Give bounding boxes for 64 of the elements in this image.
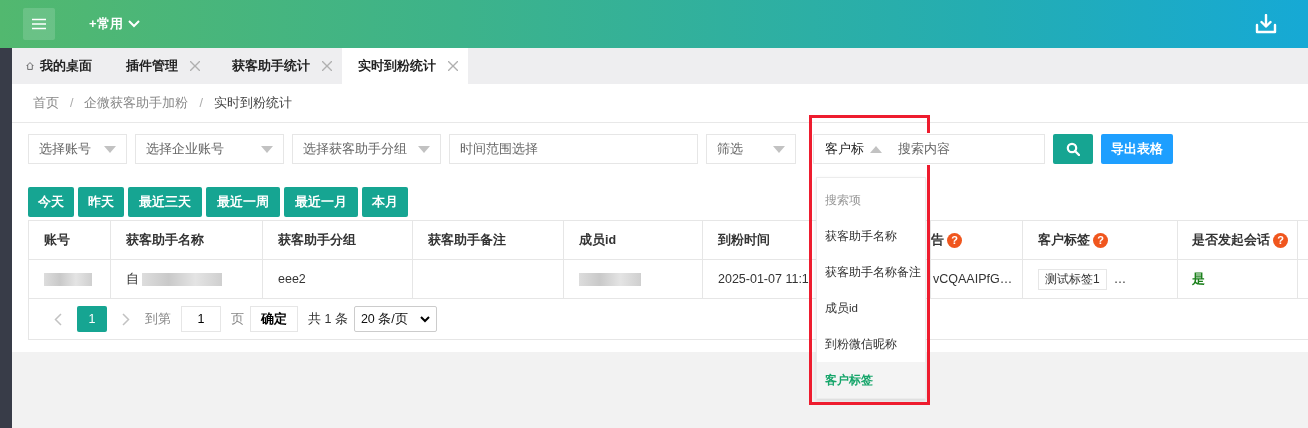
- page-label: 页: [231, 310, 244, 328]
- total-count: 共 1 条: [308, 310, 348, 328]
- select-field[interactable]: 筛选: [706, 134, 796, 164]
- column-header: 是否发起会话 ?: [1178, 221, 1298, 259]
- tab[interactable]: 获客助手统计: [216, 48, 342, 84]
- breadcrumb-separator: /: [199, 96, 203, 110]
- dropdown-option[interactable]: 到粉微信昵称: [817, 326, 925, 362]
- select-field[interactable]: 选择企业账号: [135, 134, 284, 164]
- column-header: 获客助手分组: [263, 221, 413, 259]
- breadcrumb-current: 实时到粉统计: [213, 94, 292, 112]
- menu-icon: [32, 18, 46, 30]
- breadcrumb-separator: /: [70, 96, 74, 110]
- home-icon: [26, 59, 34, 73]
- page-input[interactable]: 1: [181, 306, 221, 332]
- table-cell: 自: [126, 270, 139, 288]
- dropdown-option[interactable]: 获客助手名称: [817, 218, 925, 254]
- tag: 测试标签1: [1038, 268, 1107, 290]
- column-header: 客户标签 ?: [1023, 221, 1178, 259]
- menu-button[interactable]: [23, 8, 55, 40]
- blurred-text: [579, 272, 641, 286]
- column-header: 账号: [29, 221, 111, 259]
- chevron-down-icon: [127, 20, 140, 28]
- page-size-select[interactable]: 20 条/页: [353, 306, 437, 332]
- search-button[interactable]: [1053, 134, 1093, 164]
- table-cell: 是: [1192, 270, 1205, 288]
- select-field[interactable]: 选择账号: [28, 134, 127, 164]
- blurred-text: [44, 272, 92, 286]
- select-field[interactable]: 选择获客助手分组: [292, 134, 441, 164]
- column-header: 获客助手名称: [111, 221, 263, 259]
- dropdown-heading: 搜索项: [824, 192, 862, 208]
- date-range-field[interactable]: 时间范围选择: [449, 134, 698, 164]
- next-page-icon: [122, 312, 130, 326]
- help-badge[interactable]: ?: [1273, 232, 1288, 248]
- confirm-button[interactable]: 确定: [250, 306, 298, 332]
- search-icon: [1066, 142, 1080, 156]
- breadcrumb-link[interactable]: 企微获客助手加粉: [84, 94, 189, 112]
- chevron-down-icon: [419, 315, 430, 323]
- close-icon: [448, 61, 458, 71]
- close-icon: [322, 61, 332, 71]
- close-icon: [190, 61, 200, 71]
- column-header: 告 ?: [931, 221, 1023, 259]
- caret-down-icon: [104, 145, 116, 153]
- help-badge[interactable]: ?: [947, 232, 962, 248]
- caret-up-icon: [870, 145, 882, 153]
- tab[interactable]: 实时到粉统计: [342, 48, 468, 84]
- more-indicator: …: [1113, 272, 1127, 286]
- page-label: 到第: [145, 310, 171, 328]
- table-cell: eee2: [278, 272, 306, 286]
- previous-page-icon: [54, 312, 62, 326]
- caret-down-icon: [773, 145, 785, 153]
- search-field[interactable]: 客户标 搜索内容: [813, 134, 1045, 164]
- column-header: 获客助手备注: [413, 221, 564, 259]
- search-field-select[interactable]: 客户标: [814, 140, 892, 158]
- tab[interactable]: 我的桌面: [12, 48, 110, 84]
- download-icon[interactable]: [1255, 14, 1277, 34]
- help-badge[interactable]: ?: [1093, 232, 1108, 248]
- column-header: 成员id: [564, 221, 703, 259]
- caret-down-icon: [261, 145, 273, 153]
- table-cell: 2025-01-07 11:1: [718, 272, 809, 286]
- table-cell: vCQAAIPfG…: [933, 272, 1013, 286]
- breadcrumb-link[interactable]: 首页: [33, 94, 59, 112]
- caret-down-icon: [418, 145, 430, 153]
- tab[interactable]: 插件管理: [110, 48, 216, 84]
- dropdown-option[interactable]: 成员id: [817, 290, 925, 326]
